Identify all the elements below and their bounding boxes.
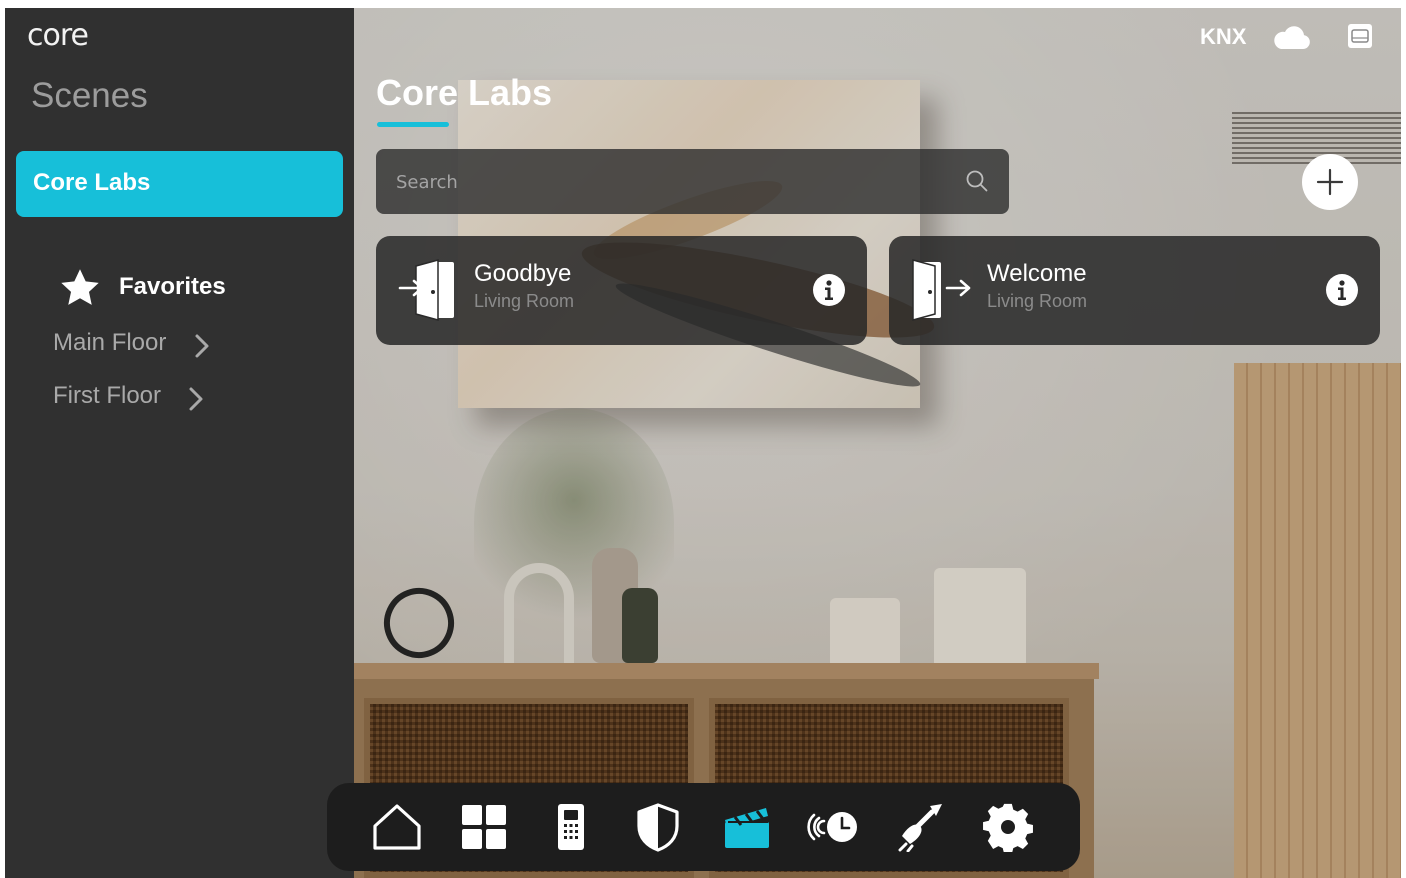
title-underline	[377, 122, 449, 127]
sidebar-item-main-floor[interactable]: Main Floor	[53, 329, 209, 363]
star-icon	[61, 269, 99, 305]
search-input[interactable]	[396, 167, 916, 197]
door-exit-icon	[398, 259, 454, 321]
home-icon	[373, 804, 421, 850]
scene-card-welcome[interactable]: Welcome Living Room	[889, 236, 1380, 345]
floor-label: First Floor	[53, 382, 161, 409]
security-shield-icon	[637, 803, 679, 852]
cloud-icon[interactable]	[1271, 23, 1311, 51]
location-selector[interactable]: Core Labs	[16, 151, 343, 217]
settings-gear-icon	[983, 803, 1033, 852]
chevron-right-icon	[189, 387, 203, 411]
plus-icon	[1316, 168, 1344, 196]
floor-label: Main Floor	[53, 329, 167, 356]
knx-status-label[interactable]: KNX	[1200, 24, 1246, 50]
scene-room: Living Room	[474, 291, 575, 311]
favorites-label: Favorites	[119, 273, 226, 300]
sidebar: core Scenes Core Labs Favorites Main Flo…	[5, 8, 354, 878]
nav-scenes[interactable]	[717, 797, 777, 857]
grid-icon	[462, 805, 506, 849]
bottom-nav	[327, 783, 1080, 871]
info-icon[interactable]	[813, 274, 845, 306]
app-window: core Scenes Core Labs Favorites Main Flo…	[5, 8, 1401, 878]
cleaning-icon	[898, 804, 942, 852]
search-bar[interactable]	[376, 149, 1009, 214]
scene-name: Welcome	[987, 260, 1087, 287]
add-scene-button[interactable]	[1302, 154, 1358, 210]
location-label: Core Labs	[33, 169, 151, 196]
core-logo: core	[27, 18, 89, 53]
scenes-clapper-icon	[725, 808, 769, 848]
intercom-icon	[558, 804, 584, 850]
page-title: Core Labs	[376, 72, 553, 113]
nav-settings[interactable]	[978, 797, 1038, 857]
nav-rooms[interactable]	[454, 797, 514, 857]
scene-name: Goodbye	[474, 260, 572, 287]
info-icon[interactable]	[1326, 274, 1358, 306]
section-title: Scenes	[31, 76, 148, 115]
scene-card-goodbye[interactable]: Goodbye Living Room	[376, 236, 867, 345]
chevron-right-icon	[195, 334, 209, 358]
schedule-icon	[807, 812, 857, 842]
nav-schedule[interactable]	[803, 797, 863, 857]
nav-security[interactable]	[628, 797, 688, 857]
nav-cleaning[interactable]	[891, 797, 951, 857]
background-room-image	[354, 8, 1401, 878]
nav-home[interactable]	[367, 797, 427, 857]
sidebar-item-first-floor[interactable]: First Floor	[53, 382, 203, 416]
door-enter-icon	[912, 259, 971, 321]
nav-intercom[interactable]	[541, 797, 601, 857]
hub-icon[interactable]	[1346, 22, 1374, 50]
search-icon[interactable]	[965, 169, 989, 193]
scene-room: Living Room	[987, 291, 1088, 311]
